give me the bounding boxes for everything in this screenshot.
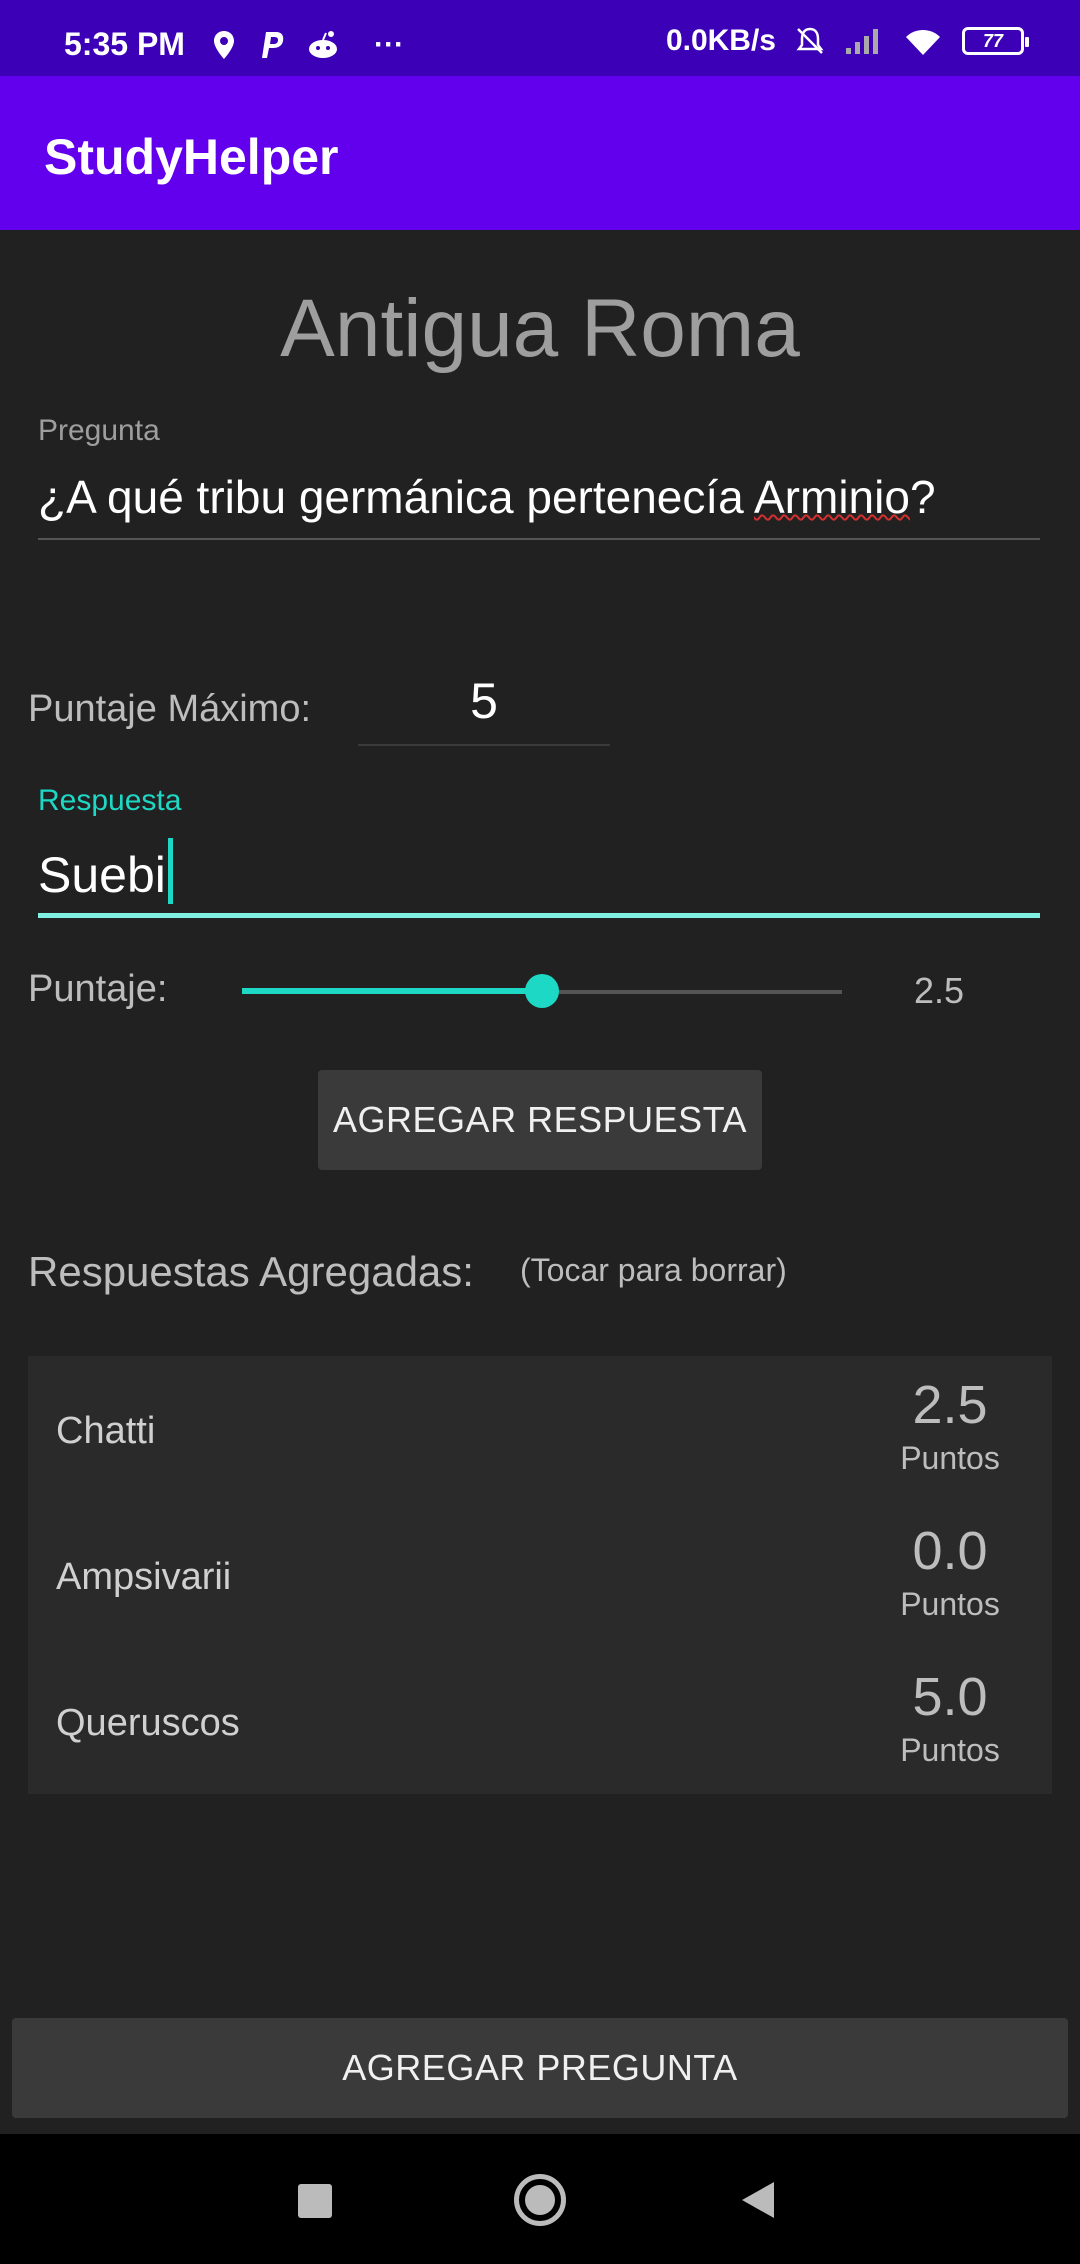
navigation-bar <box>0 2134 1080 2264</box>
answer-points-unit: Puntos <box>900 1586 1000 1622</box>
back-icon[interactable] <box>742 2182 774 2218</box>
page-title: Antigua Roma <box>280 283 800 374</box>
wifi-icon <box>906 29 940 55</box>
battery-level: 77 <box>982 30 1004 51</box>
paypal-icon <box>262 32 284 58</box>
answer-input[interactable]: Suebi <box>38 838 1040 918</box>
answer-points: 2.5 Puntos <box>890 1374 1010 1477</box>
answers-hint: (Tocar para borrar) <box>520 1252 787 1288</box>
score-slider[interactable] <box>242 974 842 1008</box>
answer-name: Chatti <box>56 1410 156 1452</box>
list-item[interactable]: Ampsivarii 0.0 Puntos <box>28 1502 1052 1648</box>
answers-list: Chatti 2.5 Puntos Ampsivarii 0.0 Puntos … <box>28 1356 1052 1794</box>
answer-points-value: 5.0 <box>912 1667 988 1727</box>
question-label: Pregunta <box>38 414 160 447</box>
answer-points-unit: Puntos <box>900 1440 1000 1476</box>
question-text-before: ¿A qué tribu germánica pertenecía <box>38 471 754 523</box>
answer-name: Queruscos <box>56 1702 240 1744</box>
answers-header: Respuestas Agregadas: <box>28 1248 474 1295</box>
app-bar: StudyHelper <box>0 76 1080 230</box>
network-speed: 0.0KB/s <box>665 24 776 57</box>
signal-icon <box>846 29 878 54</box>
list-item[interactable]: Chatti 2.5 Puntos <box>28 1356 1052 1502</box>
reddit-icon <box>309 31 337 58</box>
slider-fill <box>242 988 542 994</box>
status-right: 0.0KB/s 77 <box>665 24 1029 58</box>
text-cursor <box>167 838 173 904</box>
max-score-input[interactable]: 5 <box>358 672 610 746</box>
answer-label: Respuesta <box>38 784 182 817</box>
answer-points: 5.0 Puntos <box>890 1666 1010 1769</box>
battery-icon: 77 <box>962 27 1029 55</box>
mute-icon <box>796 27 824 54</box>
answer-points: 0.0 Puntos <box>890 1520 1010 1623</box>
more-notifications-icon: ··· <box>374 28 404 61</box>
answer-points-value: 2.5 <box>912 1375 988 1435</box>
home-icon[interactable] <box>514 2174 566 2226</box>
status-bar: 5:35 PM ··· 0.0KB/s 77 <box>0 0 1080 76</box>
screen: 5:35 PM ··· 0.0KB/s 77 StudyHelper Antig… <box>0 0 1080 2264</box>
answer-input-value: Suebi <box>38 847 166 903</box>
add-question-button[interactable]: AGREGAR PREGUNTA <box>12 2018 1068 2118</box>
status-left-icons: ··· <box>212 28 404 62</box>
misspelled-word[interactable]: Arminio <box>754 471 910 523</box>
location-icon <box>214 31 234 59</box>
question-text-after: ? <box>909 471 936 523</box>
recents-icon[interactable] <box>298 2184 332 2218</box>
score-value: 2.5 <box>914 970 965 1011</box>
add-answer-button[interactable]: AGREGAR RESPUESTA <box>318 1070 762 1170</box>
max-score-label: Puntaje Máximo: <box>28 688 312 730</box>
list-item[interactable]: Queruscos 5.0 Puntos <box>28 1648 1052 1794</box>
answer-points-value: 0.0 <box>912 1521 988 1581</box>
answer-name: Ampsivarii <box>56 1556 232 1598</box>
question-input[interactable]: ¿A qué tribu germánica pertenecía Armini… <box>38 470 1040 540</box>
score-label: Puntaje: <box>28 968 168 1010</box>
slider-thumb[interactable] <box>525 974 559 1008</box>
app-title: StudyHelper <box>44 129 339 185</box>
answer-points-unit: Puntos <box>900 1732 1000 1768</box>
status-time: 5:35 PM <box>64 26 185 62</box>
